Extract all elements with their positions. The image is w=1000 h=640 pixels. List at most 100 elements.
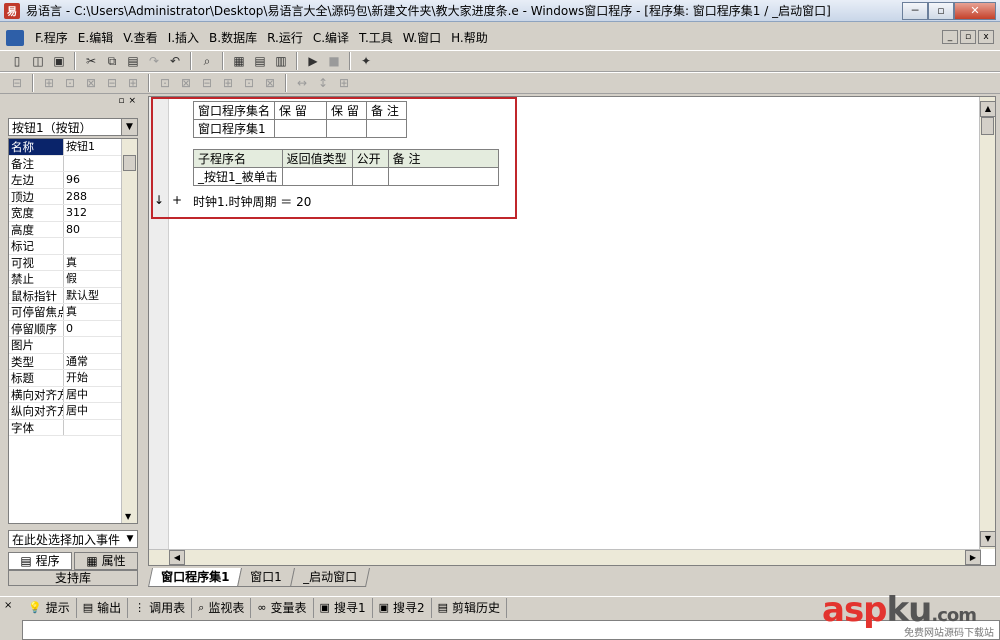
property-row[interactable]: 宽度 312: [9, 205, 137, 222]
scroll-right-icon[interactable]: ▶: [965, 550, 981, 565]
stop-icon[interactable]: ■: [325, 52, 343, 70]
layout3-icon[interactable]: ▥: [272, 52, 290, 70]
menu-view[interactable]: V.查看: [118, 29, 162, 47]
property-row[interactable]: 备注: [9, 155, 137, 172]
tab-watch[interactable]: ⌕ 监视表: [192, 597, 252, 618]
mdi-restore-button[interactable]: ▫: [960, 30, 976, 44]
tab-window1[interactable]: 窗口1: [237, 568, 296, 587]
menu-tools[interactable]: T.工具: [354, 29, 398, 47]
tab-support-library[interactable]: 支持库: [8, 570, 138, 586]
assembly-cell-reserved1[interactable]: [274, 119, 328, 138]
sub-cell-remark[interactable]: [387, 167, 499, 186]
tab-search1[interactable]: ▣ 搜寻1: [314, 597, 373, 618]
menu-database[interactable]: B.数据库: [204, 29, 262, 47]
space-h-icon[interactable]: ⊞: [219, 74, 237, 92]
space-even-icon[interactable]: ⊠: [261, 74, 279, 92]
scroll-thumb[interactable]: [981, 117, 994, 135]
close-button[interactable]: ✕: [954, 1, 996, 20]
menu-logo-icon[interactable]: [6, 30, 24, 46]
scroll-up-icon[interactable]: ▲: [980, 101, 996, 117]
align-right-icon[interactable]: ⊠: [82, 74, 100, 92]
paste-icon[interactable]: ▤: [124, 52, 142, 70]
object-selector[interactable]: 按钮1（按钮） ▼: [8, 118, 138, 136]
scroll-thumb[interactable]: [123, 155, 136, 171]
center-v-icon[interactable]: ↕: [314, 74, 332, 92]
property-row[interactable]: 鼠标指针 默认型: [9, 287, 137, 304]
minimize-button[interactable]: ─: [902, 1, 928, 20]
menu-edit[interactable]: E.编辑: [73, 29, 118, 47]
assembly-cell-remark[interactable]: [366, 119, 408, 138]
space-v-icon[interactable]: ⊡: [240, 74, 258, 92]
sub-cell-public[interactable]: [351, 167, 389, 186]
tab-output[interactable]: ▤ 输出: [77, 597, 129, 618]
property-row[interactable]: 图片: [9, 337, 137, 354]
property-row[interactable]: 顶边 288: [9, 188, 137, 205]
property-scrollbar[interactable]: ▼: [121, 139, 137, 523]
layout2-icon[interactable]: ▤: [251, 52, 269, 70]
property-row[interactable]: 停留顺序 0: [9, 320, 137, 337]
new-file-icon[interactable]: ▯: [8, 52, 26, 70]
same-height-icon[interactable]: ⊠: [177, 74, 195, 92]
align-middle-icon[interactable]: ⊞: [124, 74, 142, 92]
property-row[interactable]: 可视真: [9, 254, 137, 271]
property-row[interactable]: 标题 开始: [9, 370, 137, 387]
editor-horizontal-scrollbar[interactable]: ◀ ▶: [149, 549, 981, 565]
mdi-close-button[interactable]: x: [978, 30, 994, 44]
layout1-icon[interactable]: ▦: [230, 52, 248, 70]
sub-cell-return-type[interactable]: [281, 167, 353, 186]
code-editor[interactable]: 窗口程序集名 保 留 保 留 备 注 窗口程序集1 子程序名 返回值类型 公开 …: [148, 96, 996, 566]
expand-plus-icon[interactable]: +: [172, 193, 182, 207]
sub-cell-name[interactable]: _按钮1_被单击: [193, 167, 283, 186]
tab-assembly1[interactable]: 窗口程序集1: [147, 568, 243, 587]
property-row[interactable]: 纵向对齐方式居中: [9, 403, 137, 420]
menu-program[interactable]: F.程序: [30, 29, 73, 47]
menu-help[interactable]: H.帮助: [446, 29, 493, 47]
tab-program[interactable]: ▤ 程序: [8, 552, 72, 570]
tab-properties[interactable]: ▦ 属性: [74, 552, 138, 570]
align-bottom-icon[interactable]: ⊟: [103, 74, 121, 92]
maximize-button[interactable]: ▫: [928, 1, 954, 20]
event-selector[interactable]: 在此处选择加入事件 ▼: [8, 530, 138, 548]
property-row[interactable]: 高度 80: [9, 221, 137, 238]
copy-icon[interactable]: ⧉: [103, 52, 121, 70]
save-icon[interactable]: ▣: [50, 52, 68, 70]
code-line[interactable]: 时钟1.时钟周期 ＝ 20: [193, 193, 311, 210]
property-row[interactable]: 左边 96: [9, 172, 137, 189]
property-row[interactable]: 横向对齐方式居中: [9, 386, 137, 403]
scroll-down-icon[interactable]: ▼: [125, 512, 131, 521]
tab-call-stack[interactable]: ⋮ 调用表: [128, 597, 193, 618]
property-row[interactable]: 可停留焦点真: [9, 304, 137, 321]
align-top-icon[interactable]: ⊞: [40, 74, 58, 92]
property-row[interactable]: 名称按钮1···: [9, 139, 137, 156]
menu-run[interactable]: R.运行: [262, 29, 308, 47]
menu-compile[interactable]: C.编译: [308, 29, 354, 47]
tab-clip-history[interactable]: ▤ 剪辑历史: [432, 597, 508, 618]
panel-pin-icon[interactable]: ▫: [118, 96, 124, 110]
redo-icon[interactable]: ↷: [145, 52, 163, 70]
property-row[interactable]: 禁止假: [9, 271, 137, 288]
align-center-icon[interactable]: ⊡: [61, 74, 79, 92]
tab-search2[interactable]: ▣ 搜寻2: [373, 597, 432, 618]
tab-startup-window[interactable]: _启动窗口: [289, 568, 371, 587]
center-h-icon[interactable]: ↔: [293, 74, 311, 92]
mdi-minimize-button[interactable]: _: [942, 30, 958, 44]
menu-insert[interactable]: I.插入: [163, 29, 204, 47]
assembly-cell-reserved2[interactable]: [326, 119, 368, 138]
same-width-icon[interactable]: ⊡: [156, 74, 174, 92]
open-folder-icon[interactable]: ◫: [29, 52, 47, 70]
assembly-cell-name[interactable]: 窗口程序集1: [192, 119, 276, 138]
find-icon[interactable]: ⌕: [198, 52, 216, 70]
undo-icon[interactable]: ↶: [166, 52, 184, 70]
same-size-icon[interactable]: ⊟: [198, 74, 216, 92]
align-left-icon[interactable]: ⊟: [8, 74, 26, 92]
scroll-down-icon[interactable]: ▼: [980, 531, 996, 547]
editor-vertical-scrollbar[interactable]: ▲ ▼: [979, 97, 996, 549]
grid-icon[interactable]: ⊞: [335, 74, 353, 92]
tab-hint[interactable]: 💡 提示: [22, 597, 77, 618]
tab-variables[interactable]: ∞ 变量表: [251, 597, 314, 618]
panel-close-icon[interactable]: ×: [128, 96, 136, 110]
property-row[interactable]: 类型 通常: [9, 353, 137, 370]
binoculars-icon[interactable]: ✦: [357, 52, 375, 70]
chevron-down-icon[interactable]: ▼: [121, 119, 137, 135]
cut-icon[interactable]: ✂: [82, 52, 100, 70]
